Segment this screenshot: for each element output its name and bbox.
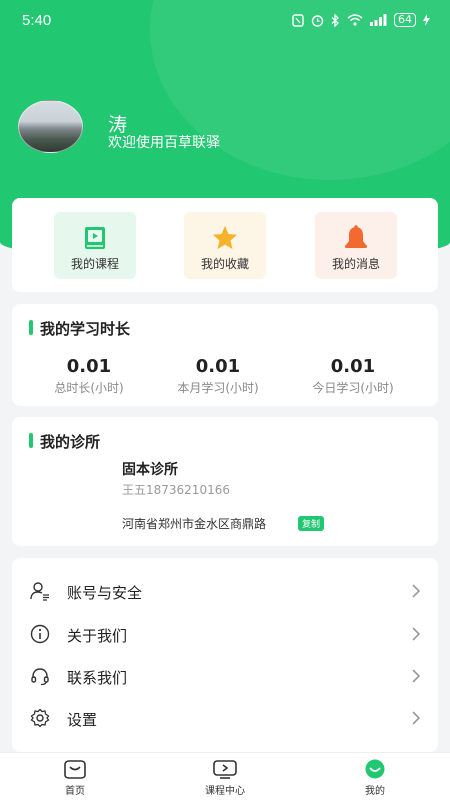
stat-today-value: 0.01 [330, 356, 376, 377]
menu-label-contact-us: 联系我们 [67, 669, 128, 687]
nfc-icon [292, 13, 304, 27]
stat-month-value: 0.01 [195, 356, 241, 377]
stat-month-label: 本月学习(小时) [177, 381, 259, 395]
copy-address-button[interactable]: 复制 [298, 516, 325, 531]
chevron-right-icon [412, 711, 421, 725]
tab-mine[interactable]: 我的 [325, 759, 425, 797]
status-icons: 64 [292, 13, 430, 27]
quick-actions-card: 我的课程 我的收藏 我的消息 [12, 198, 438, 292]
bottom-tab-bar: 首页 课程中心 我的 [0, 752, 450, 800]
signal-icon [370, 14, 387, 26]
menu-item-settings[interactable]: 设置 [12, 697, 438, 739]
clinic-address: 河南省郑州市金水区商鼎路 [122, 517, 267, 531]
chevron-right-icon [412, 669, 421, 683]
bell-icon [345, 225, 367, 248]
settings-menu: 账号与安全 关于我们 联系我们 设置 [12, 558, 438, 752]
clinic-title: 我的诊所 [29, 431, 100, 452]
clinic-name: 固本诊所 [122, 462, 178, 478]
avatar[interactable] [18, 100, 83, 153]
alarm-icon [311, 14, 324, 27]
study-time-card: 我的学习时长 0.01 总时长(小时) 0.01 本月学习(小时) 0.01 今… [12, 304, 438, 406]
stat-month: 0.01 本月学习(小时) [153, 356, 283, 396]
status-time: 5:40 [22, 12, 52, 29]
clinic-card: 我的诊所 固本诊所 王五18736210166 河南省郑州市金水区商鼎路 复制 [12, 417, 438, 546]
stat-total-value: 0.01 [66, 356, 112, 377]
stat-total-label: 总时长(小时) [54, 381, 124, 395]
menu-label-about-us: 关于我们 [67, 627, 128, 645]
my-messages-label: 我的消息 [331, 257, 380, 271]
menu-label-settings: 设置 [67, 711, 98, 729]
battery-level: 64 [394, 13, 416, 27]
stat-today-label: 今日学习(小时) [312, 381, 394, 395]
gear-icon [30, 708, 50, 728]
charging-icon [423, 14, 430, 26]
info-icon [30, 624, 50, 644]
clinic-contact: 王五18736210166 [122, 483, 230, 497]
menu-label-account-security: 账号与安全 [67, 584, 143, 602]
menu-item-account-security[interactable]: 账号与安全 [12, 570, 438, 612]
tab-home-label: 首页 [65, 786, 85, 797]
star-icon [213, 226, 237, 249]
stat-today: 0.01 今日学习(小时) [288, 356, 418, 396]
menu-item-contact-us[interactable]: 联系我们 [12, 655, 438, 697]
tab-home[interactable]: 首页 [25, 759, 125, 797]
tab-mine-label: 我的 [365, 786, 385, 797]
headset-icon [31, 668, 49, 686]
status-bar: 5:40 64 [0, 0, 450, 40]
my-messages-button[interactable]: 我的消息 [315, 212, 397, 279]
study-time-title: 我的学习时长 [29, 318, 130, 339]
bluetooth-icon [331, 13, 339, 27]
welcome-text: 欢迎使用百草联驿 [108, 135, 220, 151]
course-book-icon [85, 227, 105, 249]
my-courses-button[interactable]: 我的课程 [54, 212, 136, 279]
profile-icon [365, 759, 385, 779]
user-security-icon [30, 582, 49, 601]
tab-course-center[interactable]: 课程中心 [175, 759, 275, 797]
my-courses-label: 我的课程 [70, 257, 119, 271]
stat-total: 0.01 总时长(小时) [24, 356, 154, 396]
chevron-right-icon [412, 627, 421, 641]
tab-course-center-label: 课程中心 [205, 786, 245, 797]
my-favorites-button[interactable]: 我的收藏 [184, 212, 266, 279]
chevron-right-icon [412, 584, 421, 598]
wifi-icon [347, 14, 363, 26]
my-favorites-label: 我的收藏 [200, 257, 249, 271]
home-icon [64, 760, 86, 779]
play-screen-icon [213, 760, 237, 779]
menu-item-about-us[interactable]: 关于我们 [12, 613, 438, 655]
